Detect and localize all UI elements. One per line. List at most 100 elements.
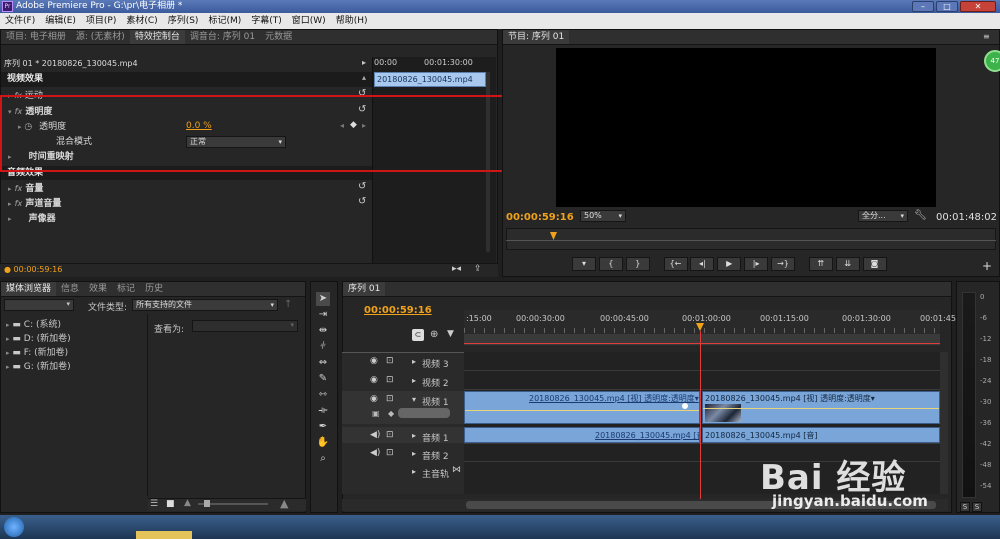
- razor-tool-icon[interactable]: ✎: [316, 372, 330, 386]
- tab-markers[interactable]: 标记: [112, 282, 140, 296]
- tab-history[interactable]: 历史: [140, 282, 168, 296]
- lock-icon[interactable]: ⊡: [386, 430, 394, 440]
- eye-icon[interactable]: ◉: [370, 375, 378, 385]
- solo-right-button[interactable]: S: [972, 502, 982, 512]
- menu-sequence[interactable]: 序列(S): [163, 13, 204, 29]
- slide-tool-icon[interactable]: ⟛: [316, 404, 330, 418]
- menu-file[interactable]: 文件(F): [0, 13, 40, 29]
- program-current-time[interactable]: 00:00:59:16: [506, 212, 574, 223]
- tab-project[interactable]: 项目: 电子相册: [1, 30, 71, 44]
- link-icon[interactable]: ⊕: [430, 329, 438, 340]
- lift-button[interactable]: ⇈: [808, 257, 833, 271]
- step-back-button[interactable]: ◂|: [690, 257, 715, 271]
- mini-timeline-clip[interactable]: 20180826_130045.mp4: [374, 72, 486, 87]
- timeline-timecode[interactable]: 00:00:59:16: [364, 305, 432, 316]
- rate-stretch-tool-icon[interactable]: ⇔: [316, 356, 330, 370]
- go-to-in-button[interactable]: {←: [663, 257, 688, 271]
- reset-icon[interactable]: ↺: [358, 196, 366, 207]
- scroll-up-icon[interactable]: ▴: [362, 73, 366, 82]
- tab-audio-mixer[interactable]: 调音台: 序列 01: [185, 30, 260, 44]
- keyframe-nav[interactable]: [398, 408, 450, 418]
- eye-icon[interactable]: ◉: [370, 356, 378, 366]
- video-clip-b[interactable]: 20180826_130045.mp4 [视] 透明度:透明度▾: [702, 391, 940, 424]
- opacity-keyframe[interactable]: [682, 403, 688, 409]
- marker-icon[interactable]: ▼: [447, 329, 454, 339]
- selection-tool-icon[interactable]: ➤: [316, 292, 330, 306]
- pen-tool-icon[interactable]: ✒: [316, 420, 330, 434]
- menu-project[interactable]: 项目(P): [81, 13, 121, 29]
- mark-in-button[interactable]: {: [598, 257, 623, 271]
- add-button-icon[interactable]: +: [982, 259, 992, 273]
- lock-icon[interactable]: ⊡: [386, 375, 394, 385]
- extract-button[interactable]: ⇊: [835, 257, 860, 271]
- menu-marker[interactable]: 标记(M): [203, 13, 246, 29]
- taskbar-app-icon[interactable]: [136, 531, 192, 539]
- tab-metadata[interactable]: 元数据: [260, 30, 297, 44]
- program-scrub-bar[interactable]: [506, 228, 996, 250]
- ripple-edit-tool-icon[interactable]: ⇹: [316, 324, 330, 338]
- audio-clip-a[interactable]: 20180826_130045.mp4 [音]: [464, 427, 700, 443]
- eye-icon[interactable]: ◉: [370, 394, 378, 404]
- collapse-track-icon[interactable]: ▾: [412, 395, 416, 404]
- panel-menu-icon[interactable]: ≡: [983, 32, 990, 41]
- menu-help[interactable]: 帮助(H): [331, 13, 373, 29]
- step-forward-button[interactable]: |▸: [744, 257, 769, 271]
- hand-tool-icon[interactable]: ✋: [316, 436, 330, 450]
- effect-volume-row[interactable]: ▸ fx 音量: [0, 181, 372, 196]
- export-icon[interactable]: ⇪: [474, 264, 482, 274]
- icon-view-icon[interactable]: ■: [166, 499, 175, 509]
- display-style-icon[interactable]: ▣: [372, 409, 380, 418]
- snap-icon[interactable]: ⊂: [412, 329, 424, 341]
- lock-icon[interactable]: ⊡: [386, 356, 394, 366]
- add-marker-button[interactable]: ▾: [572, 257, 596, 271]
- list-view-icon[interactable]: ☰: [150, 499, 158, 509]
- video-clip-a[interactable]: 20180826_130045.mp4 [视] 透明度:透明度▾: [464, 391, 700, 424]
- solo-left-button[interactable]: S: [960, 502, 970, 512]
- view-as-select[interactable]: ▾: [192, 320, 298, 332]
- effect-channel-volume-row[interactable]: ▸ fx 声道音量: [0, 196, 372, 211]
- expand-track-icon[interactable]: ▸: [412, 467, 416, 476]
- expand-track-icon[interactable]: ▸: [412, 376, 416, 385]
- track-select-tool-icon[interactable]: ⇥: [316, 308, 330, 322]
- opacity-line[interactable]: [703, 408, 939, 409]
- quality-select[interactable]: 全分... ▾: [858, 210, 908, 222]
- opacity-line[interactable]: [465, 410, 699, 411]
- slip-tool-icon[interactable]: ⇿: [316, 388, 330, 402]
- tab-sequence[interactable]: 序列 01: [343, 282, 386, 296]
- expand-track-icon[interactable]: ▸: [412, 357, 416, 366]
- tab-source[interactable]: 源: (无素材): [71, 30, 130, 44]
- vertical-scrollbar[interactable]: [940, 352, 948, 494]
- tab-effects[interactable]: 效果: [84, 282, 112, 296]
- menu-edit[interactable]: 编辑(E): [40, 13, 81, 29]
- menu-title[interactable]: 字幕(T): [246, 13, 287, 29]
- lock-icon[interactable]: ⊡: [386, 448, 394, 458]
- slider-handle[interactable]: [204, 500, 210, 507]
- rolling-edit-tool-icon[interactable]: ⫩: [316, 340, 330, 354]
- drive-item-g[interactable]: ▸ ▬ G: (新加卷): [6, 360, 71, 374]
- zoom-in-icon[interactable]: ▲: [280, 497, 288, 510]
- export-frame-button[interactable]: ◙: [862, 257, 887, 271]
- reset-icon[interactable]: ↺: [358, 181, 366, 192]
- tab-effect-controls[interactable]: 特效控制台: [129, 30, 185, 44]
- tab-info[interactable]: 信息: [56, 282, 84, 296]
- program-video-frame[interactable]: [556, 48, 936, 207]
- speaker-icon[interactable]: ◀): [370, 448, 380, 458]
- lock-icon[interactable]: ⊡: [386, 394, 394, 404]
- file-type-select[interactable]: 所有支持的文件 ▾: [132, 299, 278, 311]
- maximize-button[interactable]: □: [936, 1, 958, 12]
- zoom-tool-icon[interactable]: ⌕: [316, 452, 330, 466]
- effect-panner-row[interactable]: ▸ 声像器: [0, 212, 372, 227]
- drive-item-f[interactable]: ▸ ▬ F: (新加卷): [6, 346, 71, 360]
- play-audio-icon[interactable]: ▸◂: [452, 264, 461, 274]
- wrench-icon[interactable]: 🔧︎: [914, 210, 927, 221]
- drive-item-c[interactable]: ▸ ▬ C: (系统): [6, 318, 71, 332]
- start-button-icon[interactable]: [4, 517, 24, 537]
- play-button[interactable]: ▶: [717, 257, 742, 271]
- drive-item-d[interactable]: ▸ ▬ D: (新加卷): [6, 332, 71, 346]
- keyframe-toggle-icon[interactable]: ◆: [388, 409, 394, 418]
- master-track-icon[interactable]: ⋈: [452, 465, 461, 475]
- location-select[interactable]: ▾: [4, 299, 74, 311]
- minimize-button[interactable]: –: [912, 1, 934, 12]
- go-to-out-button[interactable]: →}: [771, 257, 795, 271]
- zoom-select[interactable]: 50% ▾: [580, 210, 626, 222]
